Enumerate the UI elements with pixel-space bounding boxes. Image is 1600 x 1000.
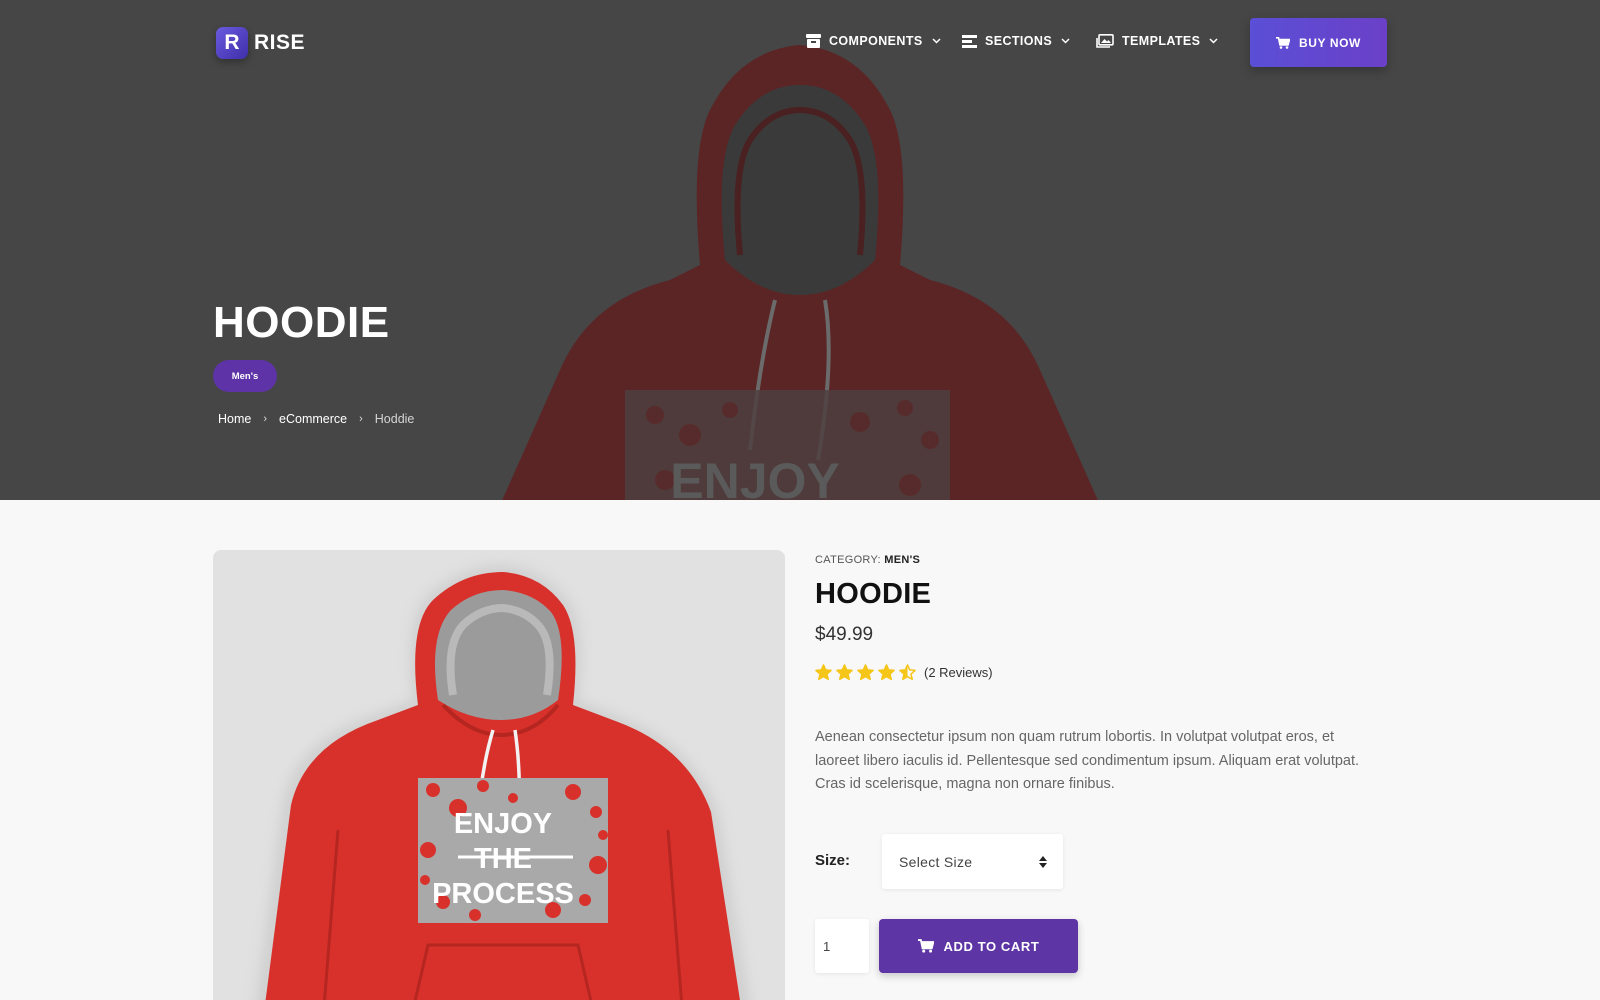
star-full-icon (836, 664, 853, 681)
size-select-value: Select Size (899, 853, 973, 870)
product-title: HOODIE (815, 578, 932, 610)
star-full-icon (815, 664, 832, 681)
hero-hoodie-image: ENJOY (502, 45, 1098, 500)
size-label: Size: (815, 852, 851, 869)
nav-sections-label: SECTIONS (985, 34, 1053, 48)
size-select[interactable]: Select Size (882, 834, 1063, 889)
breadcrumb-current: Hoddie (374, 412, 415, 426)
product-price: $49.99 (815, 624, 874, 645)
buy-now-button[interactable]: BUY NOW (1250, 18, 1387, 67)
hero-graphic-text: ENJOY (670, 453, 840, 500)
chevron-right-icon: › (263, 413, 268, 425)
hoodie-product-image: ENJOY THE PROCESS (255, 565, 750, 1000)
nav-sections[interactable]: SECTIONS (962, 34, 1070, 48)
logo-text: RISE (254, 31, 306, 54)
star-full-icon (857, 664, 874, 681)
breadcrumb: Home › eCommerce › Hoddie (218, 412, 414, 426)
product-image[interactable]: ENJOY THE PROCESS (213, 550, 785, 1000)
product-rating[interactable]: (2 Reviews) (815, 664, 993, 681)
product-category: CATEGORY: MEN'S (815, 554, 920, 566)
top-navbar: R RISE COMPONENTS SECTIONS TEMPLATES BUY… (0, 0, 1600, 90)
add-to-cart-label: ADD TO CART (943, 938, 1040, 954)
graphic-line-1: ENJOY (454, 808, 552, 840)
hero-banner: ENJOY R RISE COMPONENTS SECTIONS TEMPLAT… (0, 0, 1600, 500)
star-half-icon (899, 664, 916, 681)
reviews-count[interactable]: (2 Reviews) (924, 665, 993, 680)
product-description: Aenean consectetur ipsum non quam rutrum… (815, 729, 1360, 792)
breadcrumb-ecommerce[interactable]: eCommerce (279, 412, 347, 426)
list-lines-icon (962, 34, 977, 48)
add-to-cart-button[interactable]: ADD TO CART (879, 919, 1078, 973)
chevron-down-icon (1061, 38, 1070, 44)
quantity-input[interactable] (815, 919, 869, 973)
buy-now-label: BUY NOW (1299, 35, 1361, 50)
cart-icon (917, 939, 934, 953)
star-rating (815, 664, 916, 681)
star-full-icon (878, 664, 895, 681)
graphic-line-3: PROCESS (432, 878, 574, 910)
images-icon (1096, 34, 1114, 48)
nav-components[interactable]: COMPONENTS (806, 34, 941, 48)
graphic-line-2: THE (474, 843, 532, 875)
breadcrumb-home[interactable]: Home (218, 412, 251, 426)
chevron-down-icon (1209, 38, 1218, 44)
nav-templates-label: TEMPLATES (1122, 34, 1201, 48)
archive-box-icon (806, 34, 821, 48)
chevron-right-icon: › (359, 413, 363, 425)
logo-mark: R (216, 27, 248, 59)
nav-components-label: COMPONENTS (829, 34, 923, 48)
logo[interactable]: R RISE (216, 27, 305, 59)
page-title: HOODIE (213, 298, 390, 347)
cart-icon (1276, 36, 1290, 49)
category-badge[interactable]: Men's (213, 360, 277, 392)
chevron-down-icon (932, 38, 941, 44)
category-label: CATEGORY: (815, 554, 881, 566)
nav-templates[interactable]: TEMPLATES (1096, 34, 1218, 48)
select-arrows-icon (1039, 855, 1047, 868)
category-value[interactable]: MEN'S (884, 554, 920, 566)
